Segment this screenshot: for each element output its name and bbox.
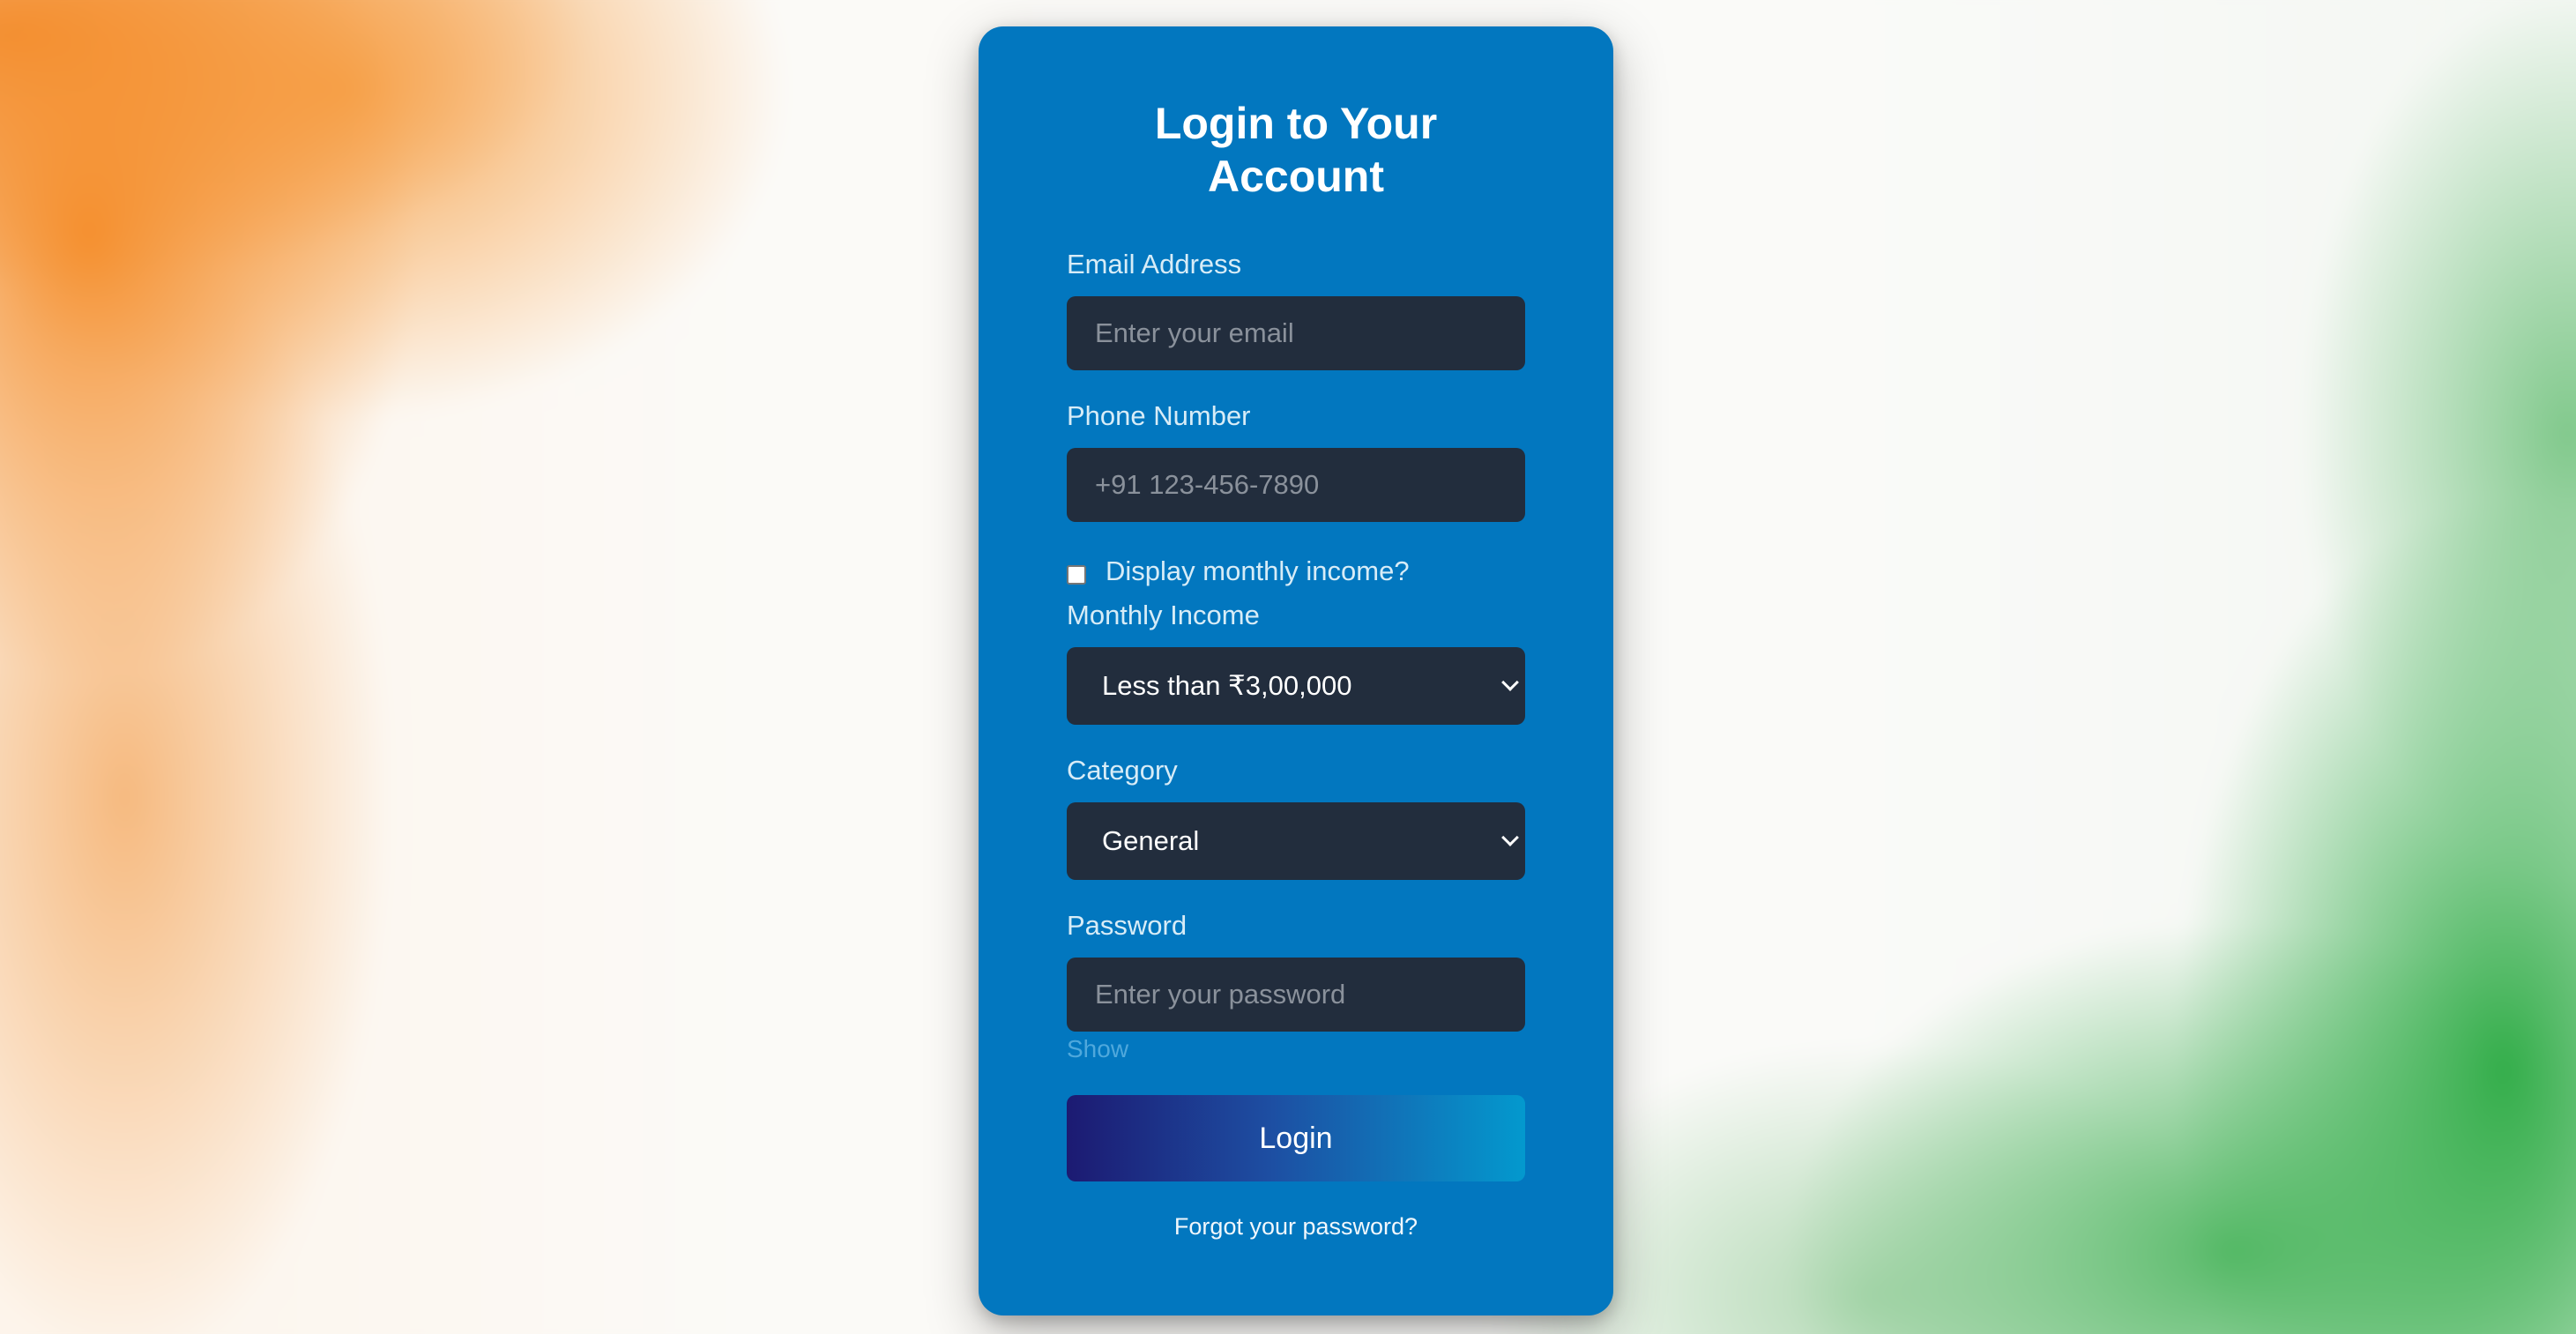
phone-group: Phone Number [1067,400,1525,522]
show-password-toggle[interactable]: Show [1067,1035,1525,1063]
password-label: Password [1067,910,1187,941]
income-selected-value: Less than ₹3,00,000 [1102,670,1352,701]
forgot-password-link[interactable]: Forgot your password? [1067,1213,1525,1241]
login-button[interactable]: Login [1067,1095,1525,1181]
income-select[interactable]: Less than ₹3,00,000 [1067,647,1525,725]
email-group: Email Address [1067,249,1525,370]
password-group: Password Show [1067,910,1525,1063]
phone-input[interactable] [1067,448,1525,522]
chevron-down-icon [1501,829,1519,846]
income-toggle-checkbox[interactable] [1067,565,1086,585]
income-label: Monthly Income [1067,600,1260,630]
password-input[interactable] [1067,958,1525,1032]
category-group: Category General [1067,755,1525,880]
email-input[interactable] [1067,296,1525,370]
phone-label: Phone Number [1067,400,1251,431]
page-title: Login to Your Account [1154,99,1438,201]
category-select[interactable]: General [1067,802,1525,880]
income-toggle-label: Display monthly income? [1106,555,1410,586]
category-label: Category [1067,755,1178,786]
email-label: Email Address [1067,249,1242,279]
income-group: Monthly Income Less than ₹3,00,000 [1067,600,1525,725]
category-selected-value: General [1102,825,1200,856]
login-card: Login to Your Account Email Address Phon… [979,26,1613,1315]
chevron-down-icon [1501,674,1519,691]
income-toggle-row: Display monthly income? [1067,554,1525,589]
